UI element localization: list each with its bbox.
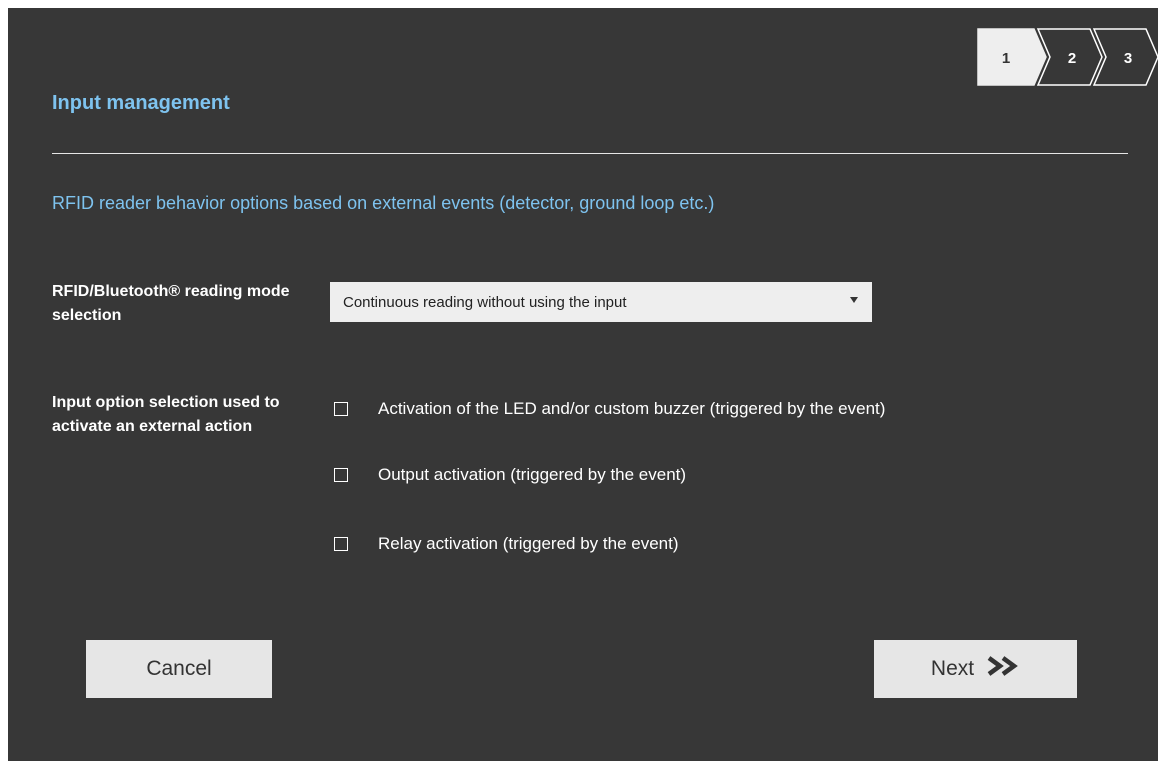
relay-activation-checkbox[interactable] [334, 537, 348, 551]
step-3-number: 3 [1124, 50, 1132, 67]
next-button-label: Next [930, 657, 975, 680]
double-chevron-right-icon [986, 655, 1020, 683]
option-relay-activation[interactable]: Relay activation (triggered by the event… [334, 533, 679, 555]
option-led-buzzer[interactable]: Activation of the LED and/or custom buzz… [334, 398, 885, 420]
reading-mode-selected-value: Continuous reading without using the inp… [343, 293, 627, 311]
step-indicator: 1 2 3 [976, 28, 1158, 86]
step-1-number: 1 [1002, 50, 1010, 67]
cancel-button[interactable]: Cancel [86, 640, 272, 698]
dropdown-arrow-icon [850, 297, 858, 303]
option-output-activation[interactable]: Output activation (triggered by the even… [334, 464, 686, 486]
input-management-dialog: 1 2 3 Input management RFID reader behav… [8, 8, 1158, 761]
output-activation-label[interactable]: Output activation (triggered by the even… [378, 465, 686, 485]
step-2-number: 2 [1068, 50, 1076, 67]
led-buzzer-label[interactable]: Activation of the LED and/or custom buzz… [378, 399, 885, 419]
output-activation-checkbox[interactable] [334, 468, 348, 482]
title-divider [52, 153, 1128, 154]
dialog-title: Input management [52, 92, 230, 114]
step-3[interactable]: 3 [1092, 28, 1158, 86]
cancel-button-label: Cancel [146, 657, 212, 680]
reading-mode-label: RFID/Bluetooth® reading mode selection [52, 283, 290, 324]
relay-activation-label[interactable]: Relay activation (triggered by the event… [378, 534, 679, 554]
step-2[interactable]: 2 [1036, 28, 1103, 86]
next-button[interactable]: Next [874, 640, 1077, 698]
led-buzzer-checkbox[interactable] [334, 402, 348, 416]
input-options-label: Input option selection used to activate … [52, 394, 280, 435]
step-1[interactable]: 1 [977, 28, 1047, 86]
dialog-subtitle: RFID reader behavior options based on ex… [52, 193, 715, 213]
reading-mode-select[interactable]: Continuous reading without using the inp… [330, 282, 872, 322]
